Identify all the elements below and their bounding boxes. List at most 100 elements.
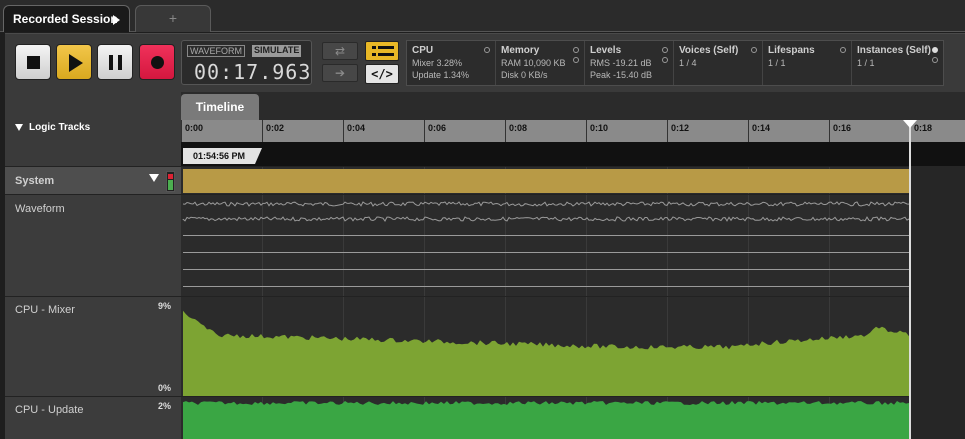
system-event-block[interactable]	[183, 169, 909, 193]
metric-lifespans[interactable]: Lifespans 1 / 1	[763, 41, 852, 85]
track-name: CPU - Mixer	[15, 304, 75, 316]
pause-button[interactable]	[97, 44, 133, 80]
metric-line: Peak -15.40 dB	[590, 70, 653, 80]
track-name: CPU - Update	[15, 404, 84, 416]
metric-voices[interactable]: Voices (Self) 1 / 4	[674, 41, 763, 85]
add-tab-button[interactable]: +	[135, 5, 211, 32]
metric-line: 1 / 4	[679, 58, 697, 68]
metric-line: Mixer 3.28%	[412, 58, 463, 68]
waveform-mode-toggle[interactable]: WAVEFORM	[187, 45, 245, 57]
metric-cpu[interactable]: CPU Mixer 3.28% Update 1.34%	[407, 41, 496, 85]
logic-tracks-header[interactable]: Logic Tracks	[5, 92, 181, 166]
lane-cpu-update[interactable]	[181, 396, 965, 439]
tick-label: 0:12	[671, 123, 690, 133]
tick-label: 0:02	[266, 123, 285, 133]
metric-memory[interactable]: Memory RAM 10,090 KB Disk 0 KB/s	[496, 41, 585, 85]
dropdown-triangle-icon[interactable]	[149, 174, 159, 182]
toggle-ring-icon[interactable]	[662, 57, 668, 63]
metric-line: RMS -19.21 dB	[590, 58, 652, 68]
tick-label: 0:10	[590, 123, 609, 133]
logic-tracks-label: Logic Tracks	[29, 122, 91, 133]
simulate-mode-toggle[interactable]: SIMULATE	[252, 45, 302, 57]
metric-line: 1 / 1	[768, 58, 786, 68]
play-icon	[69, 54, 83, 72]
track-name: System	[15, 175, 55, 187]
ruler-tick: 0:00	[181, 120, 203, 142]
ruler-tick: 0:08	[505, 120, 527, 142]
record-button[interactable]	[139, 44, 175, 80]
ruler-tick: 0:04	[343, 120, 365, 142]
metric-instances[interactable]: Instances (Self) 1 / 1	[852, 41, 943, 85]
play-button[interactable]	[56, 44, 92, 80]
track-header-system[interactable]: System	[5, 166, 181, 194]
metric-line: RAM 10,090 KB	[501, 58, 566, 68]
list-icon	[378, 46, 394, 49]
waveform-graph	[182, 201, 910, 222]
stop-button[interactable]	[15, 44, 51, 80]
track-header-waveform[interactable]: Waveform	[5, 194, 181, 296]
session-tab-strip: Recorded Session +	[0, 0, 965, 32]
toggle-ring-icon[interactable]	[573, 47, 579, 53]
ruler-tick: 0:02	[262, 120, 284, 142]
ruler-tick: 0:16	[829, 120, 851, 142]
timeline-empty-region	[911, 166, 965, 439]
lane-system[interactable]	[181, 166, 965, 194]
toggle-ring-icon[interactable]	[840, 47, 846, 53]
tab-label: Recorded Session	[13, 12, 118, 26]
metric-title: Instances (Self)	[857, 45, 931, 56]
toggle-ring-icon[interactable]	[932, 57, 938, 63]
playhead-handle-icon[interactable]	[903, 120, 917, 128]
metric-line: Update 1.34%	[412, 70, 470, 80]
pause-icon	[118, 55, 122, 70]
waveform-guide-line	[183, 269, 909, 270]
cpu-mixer-area-graph	[183, 310, 909, 396]
metric-title: Levels	[590, 45, 622, 56]
collapse-triangle-icon[interactable]	[15, 124, 23, 131]
lane-waveform[interactable]	[181, 194, 965, 296]
ruler-tick: 0:12	[667, 120, 689, 142]
track-name: Waveform	[15, 203, 65, 215]
lane-cpu-mixer[interactable]	[181, 296, 965, 396]
toggle-ring-icon[interactable]	[751, 47, 757, 53]
cpu-mixer-area	[183, 310, 909, 396]
time-ruler[interactable]: 0:00 0:02 0:04 0:06 0:08 0:10 0:12 0:14 …	[181, 120, 965, 142]
level-meter-icon	[166, 171, 175, 192]
playhead[interactable]	[909, 120, 911, 439]
time-display: WAVEFORM SIMULATE 00:17.963	[181, 40, 312, 85]
metric-line: 1 / 1	[857, 58, 875, 68]
toggle-ring-icon[interactable]	[573, 57, 579, 63]
track-header-cpu-update[interactable]: CPU - Update 2%	[5, 396, 181, 439]
metric-title: CPU	[412, 45, 434, 56]
record-icon	[151, 56, 164, 69]
time-marker[interactable]: 01:54:56 PM	[183, 148, 263, 164]
follow-button[interactable]: ➔	[322, 64, 358, 82]
track-scale-max: 9%	[157, 301, 171, 311]
metric-levels[interactable]: Levels RMS -19.21 dB Peak -15.40 dB	[585, 41, 674, 85]
toggle-ring-icon[interactable]	[662, 47, 668, 53]
arrow-right-icon: ➔	[334, 66, 346, 80]
list-icon	[378, 53, 394, 56]
waveform-guide-line	[183, 286, 909, 287]
tab-recorded-session[interactable]: Recorded Session	[3, 5, 130, 32]
elapsed-time: 00:17.963	[194, 60, 312, 84]
track-scale-max: 2%	[157, 401, 171, 411]
tick-label: 0:04	[347, 123, 366, 133]
tick-label: 0:08	[509, 123, 528, 133]
toggle-ring-icon[interactable]	[484, 47, 490, 53]
track-scale-min: 0%	[157, 383, 171, 393]
loop-icon: ⇄	[334, 44, 346, 58]
track-header-cpu-mixer[interactable]: CPU - Mixer 9% 0%	[5, 296, 181, 396]
tick-label: 0:00	[185, 123, 204, 133]
cpu-update-area-graph	[183, 401, 909, 439]
waveform-guide-line	[183, 235, 909, 236]
list-icon	[372, 53, 376, 56]
metric-title: Lifespans	[768, 45, 815, 56]
code-view-button[interactable]: </>	[365, 64, 399, 84]
ruler-tick: 0:10	[586, 120, 608, 142]
list-view-button[interactable]	[365, 41, 399, 61]
marker-strip: 01:54:56 PM	[181, 142, 965, 166]
toggle-ring-icon[interactable]	[932, 47, 938, 53]
tab-timeline[interactable]: Timeline	[181, 94, 259, 120]
loop-button[interactable]: ⇄	[322, 42, 358, 60]
metric-title: Voices (Self)	[679, 45, 739, 56]
